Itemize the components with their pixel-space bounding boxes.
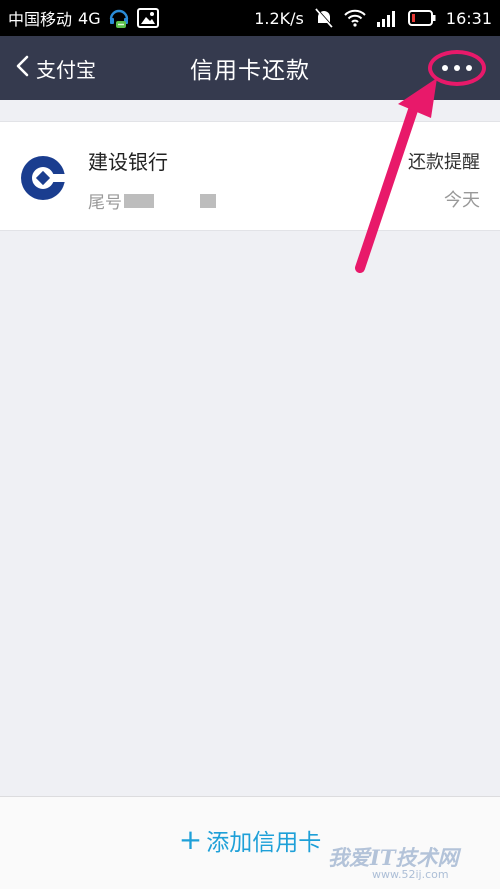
network-type: 4G — [78, 8, 101, 28]
carrier-name: 中国移动 — [8, 10, 73, 29]
clock: 16:31 — [445, 8, 492, 28]
nav-bar: 支付宝 信用卡还款 — [0, 36, 500, 100]
bank-name: 建设银行 — [88, 150, 168, 174]
masked-digits — [124, 193, 154, 208]
watermark-url: www.52ij.com — [372, 868, 449, 881]
battery-icon — [407, 10, 436, 26]
network-speed: 1.2K/s — [254, 8, 304, 28]
signal-icon — [376, 9, 398, 27]
back-button[interactable]: 支付宝 — [14, 36, 96, 100]
back-label: 支付宝 — [36, 57, 96, 82]
repayment-reminder-date: 今天 — [444, 190, 480, 211]
mute-icon — [314, 7, 334, 29]
card-tail-number: 尾号 — [88, 188, 216, 213]
ccb-bank-logo-icon — [19, 154, 67, 202]
masked-digits — [200, 193, 216, 208]
add-credit-card-label: 添加信用卡 — [206, 830, 322, 856]
credit-card-item[interactable]: 建设银行 尾号 还款提醒 今天 — [0, 121, 500, 231]
more-dots-icon[interactable] — [428, 50, 486, 86]
status-bar: 中国移动 4G 1.2K/s 16:31 — [0, 0, 500, 36]
chevron-left-icon — [14, 54, 30, 83]
card-tail-label: 尾号 — [88, 193, 122, 213]
headset-chat-icon — [107, 6, 131, 30]
repayment-reminder-label: 还款提醒 — [408, 152, 480, 173]
plus-icon: + — [178, 823, 203, 856]
gallery-icon — [136, 8, 159, 28]
wifi-icon — [344, 9, 366, 27]
